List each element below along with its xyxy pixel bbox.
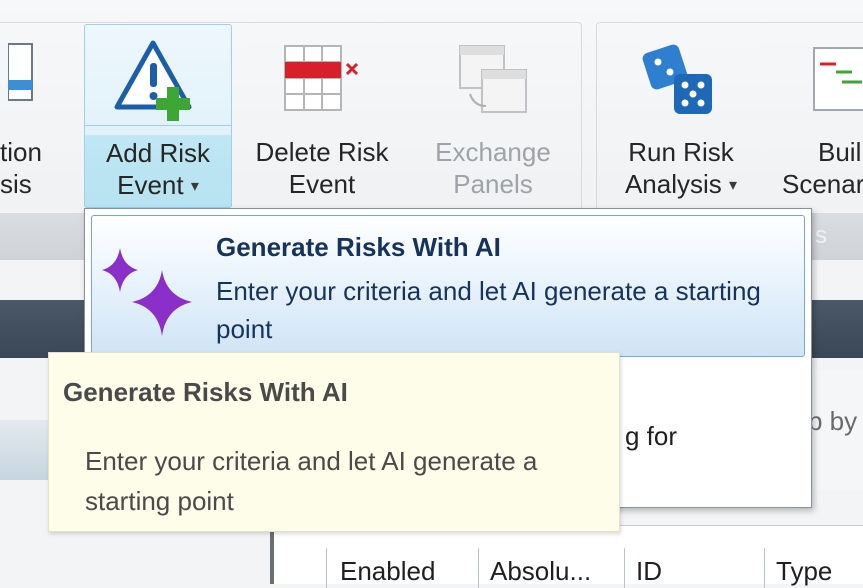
scenario-chart-icon (812, 36, 863, 129)
partial-ribbon-button[interactable]: tion sis (0, 24, 74, 206)
group-label-fragment: s (815, 222, 827, 249)
chevron-down-icon: ▾ (190, 178, 199, 196)
build-scenario-button[interactable]: Buil Scenar (776, 24, 863, 206)
run-risk-label-line2: Analysis (624, 169, 722, 199)
column-header-absolute[interactable]: Absolu... (490, 556, 591, 587)
run-risk-label-line1: Run Risk (628, 137, 734, 167)
partial-label-line2: sis (0, 169, 32, 199)
partial-label-line1: tion (0, 137, 42, 167)
build-label-line2: Scenar (782, 169, 863, 199)
add-risk-label-line1: Add Risk (105, 138, 211, 168)
add-risk-warning-icon (113, 37, 203, 130)
document-icon (7, 36, 36, 113)
tooltip-title: Generate Risks With AI (63, 377, 348, 407)
exchange-panels-button[interactable]: Exchange Panels (418, 24, 568, 206)
column-header-type[interactable]: Type (776, 556, 832, 587)
delete-row-icon (277, 36, 367, 129)
menu-item-2-text-fragment[interactable]: g for (625, 421, 677, 452)
ai-sparkle-icon (98, 244, 198, 345)
tooltip-body: Enter your criteria and let AI generate … (85, 446, 538, 516)
delete-risk-label-line1: Delete Risk (255, 137, 389, 167)
exchange-label-line1: Exchange (435, 137, 551, 167)
menu-item-title: Generate Risks With AI (216, 232, 501, 262)
menu-item-description: Enter your criteria and let AI generate … (216, 276, 761, 344)
column-header-enabled[interactable]: Enabled (340, 556, 435, 587)
menu-item-generate-risks-with-ai[interactable]: Generate Risks With AI Enter your criter… (91, 215, 805, 357)
column-header-id[interactable]: ID (636, 556, 662, 587)
delete-risk-label-line2: Event (288, 169, 356, 199)
dice-icon (636, 36, 726, 129)
delete-risk-event-button[interactable]: Delete Risk Event (244, 24, 400, 206)
add-risk-event-button[interactable]: Add Risk Event ▾ (84, 24, 232, 208)
run-risk-analysis-button[interactable]: Run Risk Analysis ▾ (606, 24, 756, 206)
exchange-label-line2: Panels (453, 169, 533, 199)
build-label-line1: Buil (818, 137, 862, 167)
right-panel-text-fragment: p by (808, 406, 858, 436)
exchange-panels-icon (448, 36, 538, 129)
add-risk-label-line2: Event (117, 170, 184, 200)
chevron-down-icon: ▾ (729, 177, 738, 195)
risk-events-grid: Enabled Absolu... ID Type (270, 525, 863, 588)
tooltip-generate-risks-with-ai: Generate Risks With AI Enter your criter… (48, 352, 620, 532)
